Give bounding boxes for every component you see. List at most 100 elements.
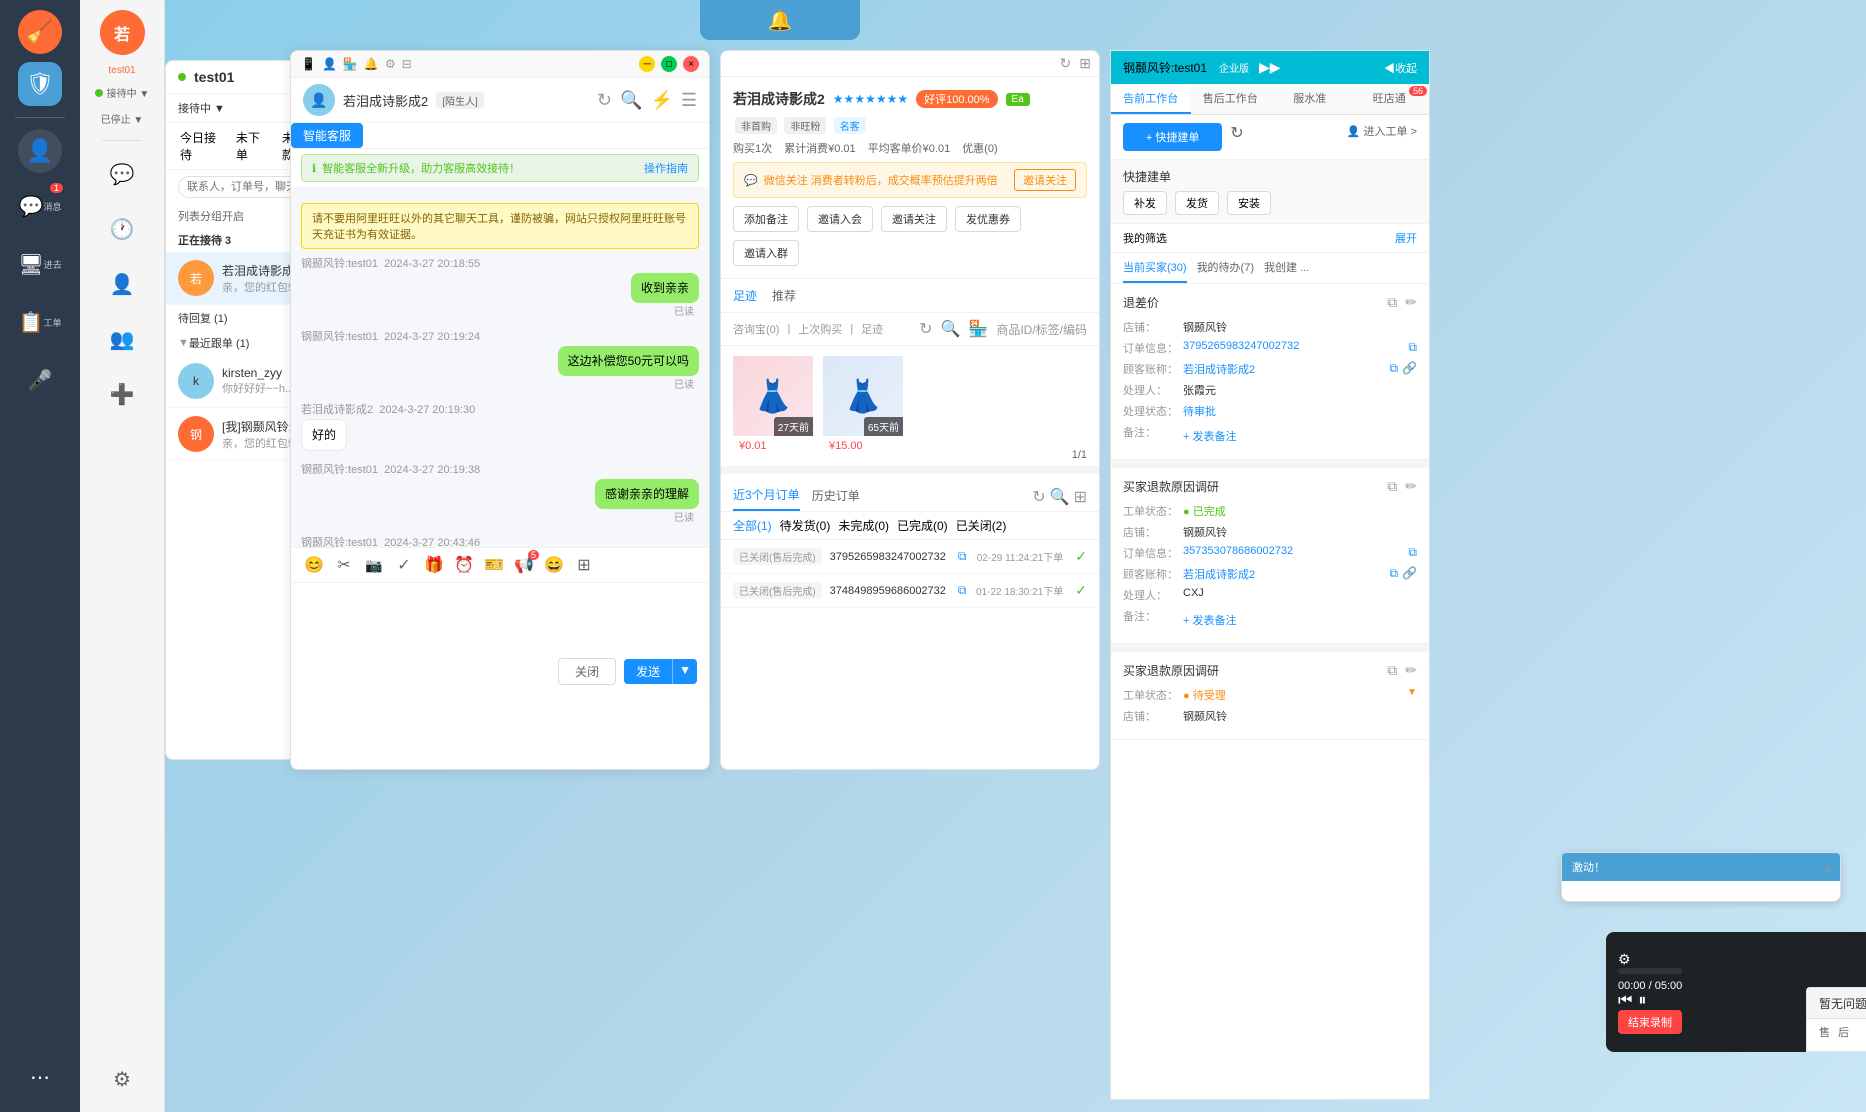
app-icon-work[interactable]: 📋 工单 — [15, 297, 65, 347]
crm-nav-service[interactable]: 服水准 — [1270, 84, 1350, 114]
sidebar-item-contact[interactable]: 👤 — [97, 259, 147, 309]
translate-icon[interactable]: ⚡ — [650, 90, 672, 111]
filter-pending-ship[interactable]: 待发货(0) — [780, 517, 831, 534]
copy-order-id-1[interactable]: ⧉ — [1408, 340, 1417, 356]
screen-icon[interactable]: ⊟ — [402, 57, 412, 71]
app-icon-message[interactable]: 💬 1 消息 — [15, 181, 65, 231]
filter-incomplete[interactable]: 未完成(0) — [838, 517, 889, 534]
bell-small-icon[interactable]: 🔔 — [364, 57, 379, 71]
buyer-tab-created[interactable]: 我创建 ... — [1264, 253, 1309, 283]
chat-messages-area[interactable]: 请不要用阿里旺旺以外的其它聊天工具，谨防被骗，网站只授权阿里旺旺账号天充证书为有… — [291, 187, 709, 547]
refresh-icon[interactable]: ↻ — [597, 90, 612, 111]
crm-nav-prefront[interactable]: 告前工作台 — [1111, 84, 1191, 114]
send-coupon-action[interactable]: 发优惠券 — [955, 206, 1021, 232]
refresh-panel-icon[interactable]: ↻ — [1060, 55, 1072, 72]
crm-collapse-btn[interactable]: ◀收起 — [1384, 60, 1417, 76]
value-order-id-1[interactable]: 3795265983247002732 — [1183, 340, 1404, 356]
value-order-id-2[interactable]: 357353078686002732 — [1183, 545, 1404, 561]
mobile-icon[interactable]: 📱 — [301, 57, 316, 71]
invite-group-action[interactable]: 邀请入群 — [733, 240, 799, 266]
filter-closed[interactable]: 已关闭(2) — [956, 517, 1007, 534]
quick-build-button[interactable]: + 快捷建单 — [1123, 123, 1222, 151]
add-note-action[interactable]: 添加备注 — [733, 206, 799, 232]
value-customer-1[interactable]: 若泪成诗影成2 — [1183, 361, 1385, 377]
merchant-icon[interactable]: 🏪 — [968, 319, 988, 339]
order-check-icon-1[interactable]: ✓ — [1075, 548, 1087, 565]
operation-guide-link[interactable]: 操作指南 — [644, 160, 688, 176]
gift-icon[interactable]: 🎁 — [423, 554, 445, 576]
add-note-btn-2[interactable]: + 发表备注 — [1183, 612, 1236, 628]
video-settings-icon[interactable]: ⚙ 00:00 / 05:00 ⏮ ⏸ 结束录制 — [1618, 951, 1682, 1034]
shop-icon[interactable]: 🏪 — [343, 57, 358, 71]
enter-workorder-link[interactable]: 👤 进入工单 > — [1347, 123, 1417, 151]
tab-today[interactable]: 今日接待 — [174, 127, 226, 165]
send-button[interactable]: 发送 — [624, 659, 672, 684]
tab-recommend[interactable]: 推荐 — [772, 287, 796, 304]
scissors-icon[interactable]: ✂ — [333, 554, 355, 576]
tab-footprint[interactable]: 足迹 — [733, 287, 757, 304]
minimize-button[interactable]: ─ — [639, 56, 655, 72]
order-refresh-icon[interactable]: ↻ — [1032, 487, 1045, 507]
copy-customer-1[interactable]: ⧉ — [1389, 361, 1398, 377]
edit-work-order-icon[interactable]: ✏ — [1405, 294, 1417, 311]
app-icon-desktop[interactable]: 🖥 进去 — [15, 239, 65, 289]
app-icon-more[interactable]: ⋯ — [15, 1052, 65, 1102]
settings-icon[interactable]: ⚙ — [385, 57, 396, 71]
order-search-icon[interactable]: 🔍 — [1050, 487, 1070, 507]
sidebar-item-settings[interactable]: ⚙ — [97, 1054, 147, 1104]
coupon-icon[interactable]: 🎫 — [483, 554, 505, 576]
order-tab-history[interactable]: 历史订单 — [812, 483, 860, 510]
check-icon[interactable]: ✓ — [393, 554, 415, 576]
customer-link-icon-2[interactable]: 🔗 — [1402, 566, 1417, 582]
ship-button[interactable]: 发货 — [1175, 191, 1219, 215]
buyer-tab-pending[interactable]: 我的待办(7) — [1197, 253, 1254, 283]
wo-status-dropdown[interactable]: ▼ — [1407, 687, 1417, 703]
chat-input[interactable] — [303, 591, 697, 651]
order-check-icon-2[interactable]: ✓ — [1075, 582, 1087, 599]
search-chat-icon[interactable]: 🔍 — [620, 90, 642, 111]
copy-work-order-icon-2[interactable]: ⧉ — [1387, 478, 1397, 495]
items-per-row[interactable]: 商品ID/标签/编码 — [996, 321, 1087, 338]
sidebar-item-team[interactable]: 👥 — [97, 314, 147, 364]
filter-completed[interactable]: 已完成(0) — [897, 517, 948, 534]
face-icon[interactable]: 😄 — [543, 554, 565, 576]
tab-no-order[interactable]: 未下单 — [230, 127, 272, 165]
expand-panel-icon[interactable]: ⊞ — [1079, 55, 1091, 72]
menu-icon[interactable]: ☰ — [681, 90, 697, 111]
expand-icon[interactable]: ⊞ — [573, 554, 595, 576]
clock-icon[interactable]: ⏰ — [453, 554, 475, 576]
close-chat-button[interactable]: 关闭 — [558, 658, 616, 685]
close-button[interactable]: × — [683, 56, 699, 72]
sidebar-item-chat[interactable]: 💬 — [97, 149, 147, 199]
notice-close-button[interactable]: × — [1824, 861, 1832, 877]
order-tab-recent[interactable]: 近3个月订单 — [733, 482, 800, 511]
send-dropdown-button[interactable]: ▼ — [672, 659, 697, 684]
rotate-icon[interactable]: ↻ — [919, 319, 932, 339]
search-product-icon[interactable]: 🔍 — [940, 319, 960, 339]
order-copy-icon-2[interactable]: ⧉ — [958, 583, 967, 598]
app-icon-cleanup[interactable]: 🧹 — [18, 10, 62, 54]
copy-work-order-icon[interactable]: ⧉ — [1387, 294, 1397, 311]
invite-club-action[interactable]: 邀请入会 — [807, 206, 873, 232]
invite-follow-button[interactable]: 邀请关注 — [1014, 169, 1076, 191]
crm-nav-store[interactable]: 旺店通 56 — [1350, 84, 1430, 114]
copy-order-id-2[interactable]: ⧉ — [1408, 545, 1417, 561]
sidebar-item-history[interactable]: 🕐 — [97, 204, 147, 254]
alert-icon[interactable]: 📢5 — [513, 554, 535, 576]
maximize-button[interactable]: □ — [661, 56, 677, 72]
edit-work-order-icon-2[interactable]: ✏ — [1405, 478, 1417, 495]
sidebar-item-add[interactable]: ➕ — [97, 369, 147, 419]
customer-link-icon-1[interactable]: 🔗 — [1402, 361, 1417, 377]
emoji-icon[interactable]: 😊 — [303, 554, 325, 576]
app-icon-security[interactable]: 🛡 — [18, 62, 62, 106]
edit-work-order-icon-3[interactable]: ✏ — [1405, 662, 1417, 679]
filter-all[interactable]: 全部(1) — [733, 517, 772, 534]
invite-follow-action[interactable]: 邀请关注 — [881, 206, 947, 232]
end-recording-button[interactable]: 结束录制 — [1618, 1010, 1682, 1034]
copy-customer-2[interactable]: ⧉ — [1389, 566, 1398, 582]
my-filter-expand[interactable]: 展开 — [1395, 230, 1417, 246]
crm-fold-icon[interactable]: ▶▶ — [1259, 59, 1281, 76]
order-copy-icon-1[interactable]: ⧉ — [958, 549, 967, 564]
value-customer-2[interactable]: 若泪成诗影成2 — [1183, 566, 1385, 582]
order-expand-icon[interactable]: ⊞ — [1074, 487, 1087, 507]
